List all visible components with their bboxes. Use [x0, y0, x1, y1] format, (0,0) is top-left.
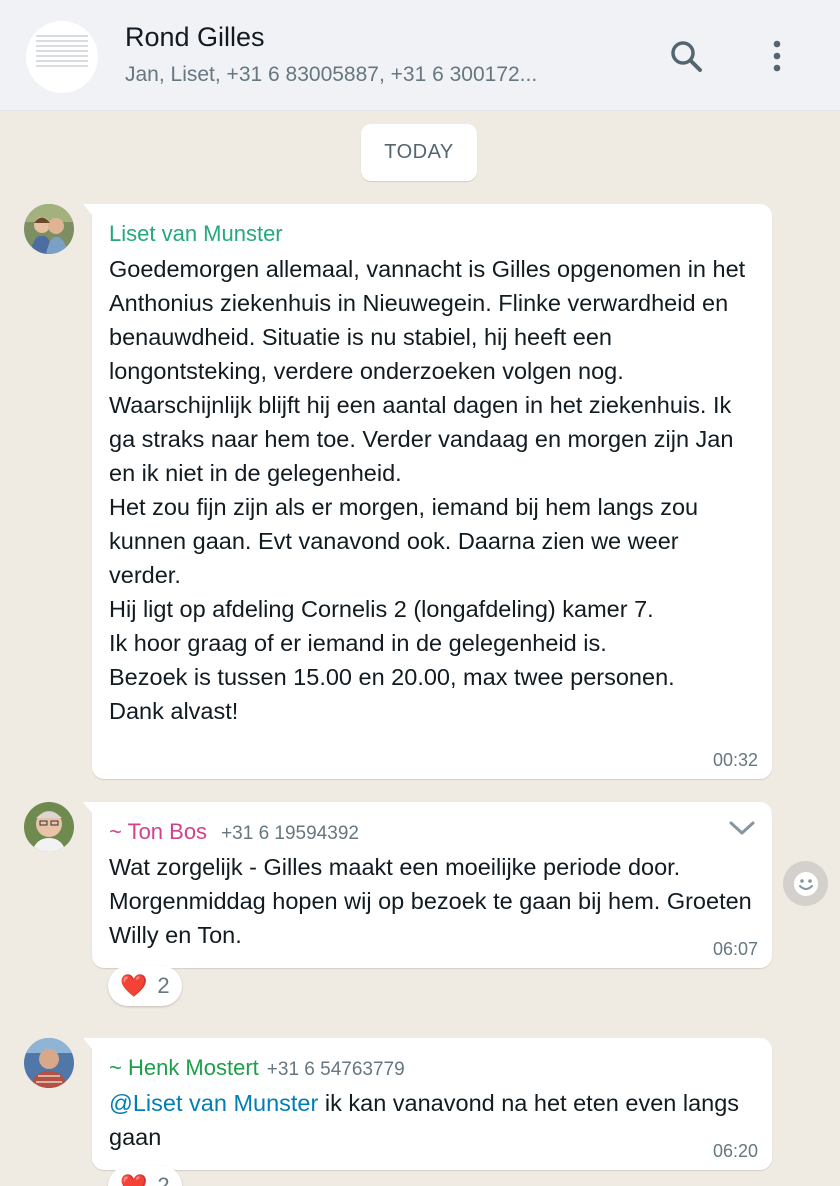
chevron-down-icon[interactable]	[728, 818, 756, 838]
heart-icon: ❤️	[120, 1173, 148, 1186]
group-avatar[interactable]	[26, 21, 98, 93]
emoji-icon[interactable]	[783, 861, 828, 906]
message-line: Dank alvast!	[109, 698, 239, 724]
sender-name[interactable]: Liset van Munster	[109, 221, 283, 246]
message-line: Bezoek is tussen 15.00 en 20.00, max twe…	[109, 664, 675, 690]
message-line: Wat zorgelijk - Gilles maakt een moeilij…	[109, 854, 752, 948]
chat-header[interactable]: Rond Gilles Jan, Liset, +31 6 83005887, …	[0, 0, 840, 111]
message-time: 06:07	[712, 939, 758, 959]
sender-name[interactable]: ~ Henk Mostert	[109, 1055, 259, 1080]
reaction-count: 2	[157, 973, 170, 998]
reaction-badge[interactable]: ❤️ 2	[108, 1166, 182, 1186]
sender-phone: +31 6 54763779	[266, 1059, 405, 1080]
heart-icon: ❤️	[120, 973, 148, 998]
message-list[interactable]: TODAY Liset van Munster Goedemorgen alle…	[0, 111, 840, 1186]
message-bubble[interactable]: Liset van Munster Goedemorgen allemaal, …	[83, 204, 772, 779]
message-bubble[interactable]: ~ Henk Mostert +31 6 54763779 @Liset van …	[83, 1038, 772, 1170]
message-bubble[interactable]: ~ Ton Bos +31 6 19594392 Wat zorgelijk - …	[83, 802, 772, 968]
message-time: 00:32	[712, 750, 758, 770]
sender-avatar[interactable]	[24, 802, 74, 852]
search-icon[interactable]	[668, 38, 704, 74]
chat-title[interactable]: Rond Gilles	[125, 22, 265, 53]
chat-participants[interactable]: Jan, Liset, +31 6 83005887, +31 6 300172…	[125, 63, 615, 87]
message-line: Waarschijnlijk blijft hij een aantal dag…	[109, 392, 734, 486]
message-text: @Liset van Munster ik kan vanavond na he…	[109, 1086, 756, 1154]
more-vertical-icon[interactable]	[759, 38, 795, 74]
message-time: 06:20	[712, 1141, 758, 1161]
message-line: Ik hoor graag of er iemand in de gelegen…	[109, 630, 607, 656]
sender-avatar[interactable]	[24, 1038, 74, 1088]
message-text: Goedemorgen allemaal, vannacht is Gilles…	[109, 252, 756, 728]
message-text: Wat zorgelijk - Gilles maakt een moeilij…	[109, 850, 756, 952]
message-line: Hij ligt op afdeling Cornelis 2 (longafd…	[109, 596, 654, 622]
message-line: Het zou fijn zijn als er morgen, iemand …	[109, 494, 699, 588]
mention-link[interactable]: @Liset van Munster	[109, 1090, 318, 1116]
sender-phone: +31 6 19594392	[221, 823, 359, 844]
sender-avatar[interactable]	[24, 204, 74, 254]
sender-name[interactable]: ~ Ton Bos	[109, 819, 207, 844]
date-divider: TODAY	[361, 124, 477, 181]
message-line: Goedemorgen allemaal, vannacht is Gilles…	[109, 256, 746, 384]
reaction-badge[interactable]: ❤️ 2	[108, 966, 182, 1006]
reaction-count: 2	[157, 1173, 170, 1186]
